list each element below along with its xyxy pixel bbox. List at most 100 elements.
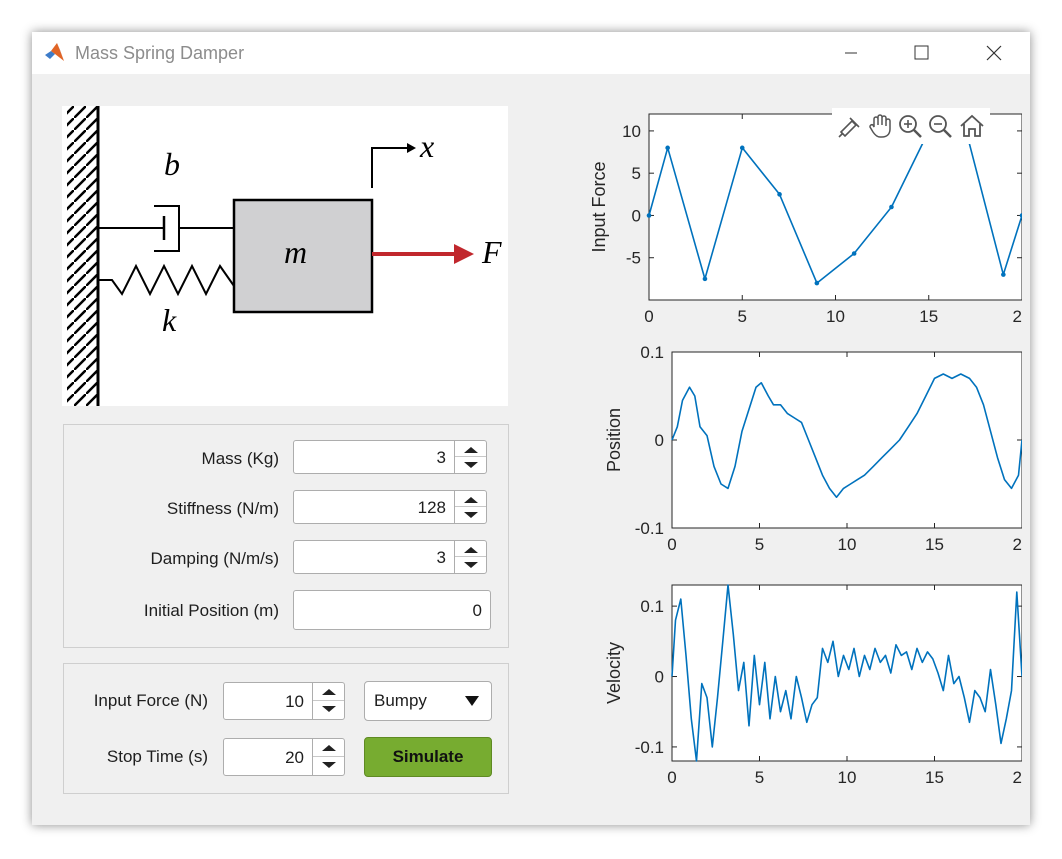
pan-icon[interactable] [866,112,894,140]
x-tick-label: 0 [667,768,676,787]
stop-time-increment-button[interactable] [313,739,344,757]
mass-increment-button[interactable] [455,441,486,457]
arrow-up-icon [464,447,478,453]
y-tick-label: 10 [622,122,641,141]
mass-label: Mass (Kg) [201,449,279,468]
arrow-down-icon [464,462,478,468]
arrow-down-icon [322,706,336,712]
stiffness-spinner[interactable]: 128 [293,490,487,524]
stiffness-label: Stiffness (N/m) [166,499,279,518]
data-point [851,251,857,256]
position-plot[interactable]: 05101520-0.100.1Position [552,344,1022,564]
damping-spinner[interactable]: 3 [293,540,487,574]
stop-time-value: 20 [285,748,304,767]
x-tick-label: 15 [925,768,944,787]
stop-time-spinner-buttons [312,739,344,775]
y-tick-label: 5 [632,164,641,183]
arrow-down-icon [322,762,336,768]
wall-hatching [67,106,97,406]
mass-spinner-buttons [454,441,486,473]
arrow-up-icon [322,745,336,751]
maximize-button[interactable] [898,38,944,68]
velocity-plot[interactable]: 05101520-0.100.1Velocity [552,577,1022,797]
zoom-out-icon[interactable] [926,112,954,140]
input-force-spinner-buttons [312,683,344,719]
zoom-in-icon[interactable] [896,112,924,140]
window-title: Mass Spring Damper [75,43,245,63]
stiffness-increment-button[interactable] [455,491,486,507]
x-tick-label: 15 [919,307,938,326]
position-symbol: x [420,128,435,164]
x-tick-label: 5 [738,307,747,326]
stiffness-spinner-buttons [454,491,486,523]
initial-position-field[interactable]: 0 [293,590,491,630]
simulate-button[interactable]: Simulate [364,737,492,777]
y-axis-label: Velocity [604,642,624,704]
mass-decrement-button[interactable] [455,457,486,473]
data-point [739,145,745,151]
stop-time-decrement-button[interactable] [313,757,344,775]
damper-icon [98,205,234,252]
x-tick-label: 20 [1013,768,1022,787]
input-force-label: Input Force (N) [93,691,208,710]
y-tick-label: 0 [655,431,664,450]
brush-icon[interactable] [836,112,864,140]
x-tick-label: 20 [1013,307,1022,326]
x-tick-label: 10 [838,535,857,554]
initial-position-label: Initial Position (m) [143,601,279,620]
minimize-icon [845,52,857,54]
damping-label: Damping (N/m/s) [150,549,279,568]
input-force-increment-button[interactable] [313,683,344,701]
force-symbol: F [482,234,502,270]
mass-symbol: m [284,234,308,270]
mass-spinner[interactable]: 3 [293,440,487,474]
input-force-decrement-button[interactable] [313,701,344,719]
data-point [814,280,820,286]
y-tick-label: 0.1 [640,344,664,362]
close-icon [986,45,1002,61]
arrow-up-icon [464,497,478,503]
data-point [665,145,670,151]
x-tick-label: 0 [644,307,653,326]
damping-value: 3 [436,548,446,567]
dropdown-arrow-icon [465,696,479,706]
stiffness-value: 128 [417,498,446,517]
y-tick-label: -5 [626,249,641,268]
x-tick-label: 5 [755,535,764,554]
x-tick-label: 10 [826,307,845,326]
axes-box [671,584,1022,762]
y-axis-label: Input Force [589,161,609,252]
stop-time-spinner[interactable]: 20 [223,738,345,776]
input-force-spinner[interactable]: 10 [223,682,345,720]
data-point [889,204,894,210]
spring-icon [98,263,235,297]
data-point [702,276,708,282]
x-tick-label: 0 [667,535,676,554]
mass-spring-damper-diagram: b k m F x [62,106,508,406]
x-tick-label: 5 [755,768,764,787]
data-point [1001,272,1006,277]
close-button[interactable] [970,38,1016,68]
y-tick-label: 0 [632,206,641,225]
arrow-up-icon [322,689,336,695]
axes-toolbar [832,108,990,144]
x-tick-label: 20 [1013,535,1022,554]
mass-value: 3 [436,448,446,467]
y-tick-label: 0 [655,668,664,687]
home-icon[interactable] [958,112,986,140]
maximize-icon [914,45,929,60]
minimize-button[interactable] [828,38,874,68]
y-tick-label: -0.1 [635,738,664,757]
input-force-value: 10 [285,692,304,711]
x-tick-label: 15 [925,535,944,554]
force-profile-dropdown[interactable]: Bumpy [364,681,492,721]
y-axis-label: Position [604,408,624,472]
app-window: Mass Spring Damper b k m F x Mass (Kg) 3… [32,32,1030,825]
damping-symbol: b [164,146,180,182]
damping-increment-button[interactable] [455,541,486,557]
y-tick-label: 0.1 [640,597,664,616]
damping-decrement-button[interactable] [455,557,486,573]
stiffness-decrement-button[interactable] [455,507,486,523]
position-arrow-icon [371,143,416,188]
arrow-up-icon [464,547,478,553]
